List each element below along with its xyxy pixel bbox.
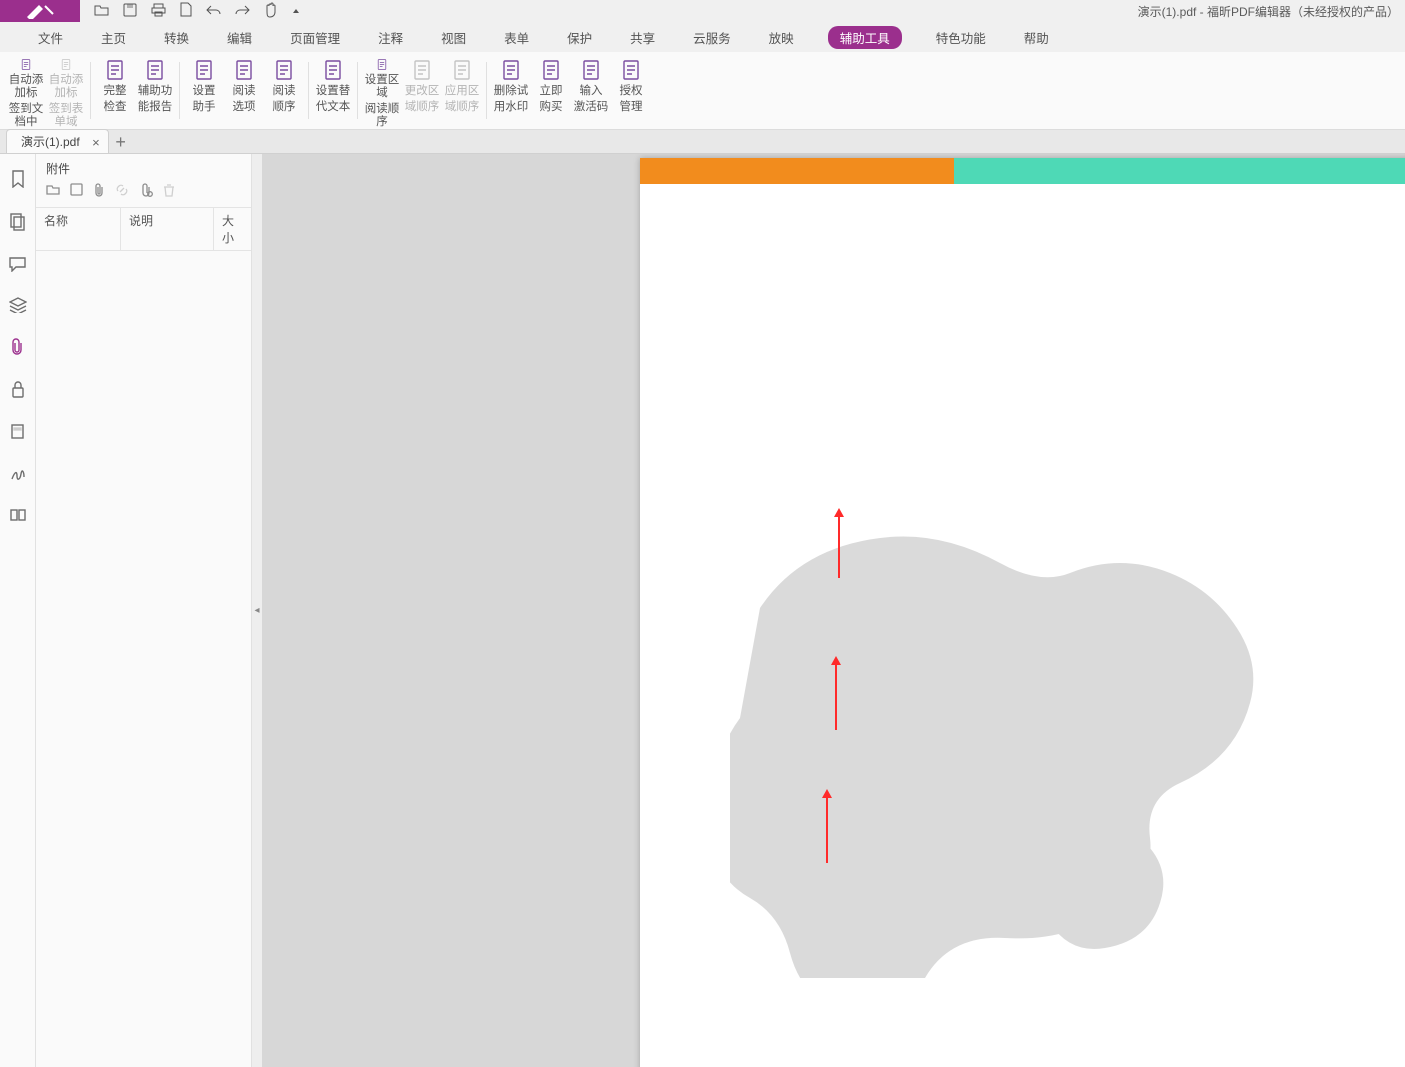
ribbon-btn-2[interactable]: 完整检查 (95, 58, 135, 129)
panel-collapse-handle[interactable]: ◂ (252, 154, 262, 1067)
blank-doc-icon[interactable] (180, 2, 192, 20)
pdf-page: C P (640, 158, 1405, 1067)
panel-columns: 名称 说明 大小 (36, 207, 251, 251)
panel-title: 附件 (36, 154, 251, 181)
save-attach-icon[interactable] (70, 183, 83, 201)
document-tab[interactable]: 演示(1).pdf × (6, 129, 109, 153)
menu-tab-14[interactable]: 帮助 (1020, 26, 1053, 49)
manage-attach-icon[interactable] (139, 183, 153, 201)
menu-tab-3[interactable]: 编辑 (223, 26, 256, 49)
ribbon-btn-12[interactable]: 立即购买 (531, 58, 571, 129)
document-tabstrip: 演示(1).pdf × + (0, 130, 1405, 154)
comments-icon[interactable] (9, 256, 26, 275)
ribbon-group: 自动添加标签到文档中自动添加标签到表单域完整检查辅助功能报告设置助手阅读选项阅读… (0, 52, 1405, 130)
side-strip (0, 154, 36, 1067)
redo-icon (235, 4, 250, 19)
menu-tab-9[interactable]: 共享 (626, 26, 659, 49)
new-tab-button[interactable]: + (109, 132, 133, 153)
menu-tab-6[interactable]: 视图 (437, 26, 470, 49)
security-icon[interactable] (11, 381, 25, 401)
add-attach-icon[interactable] (93, 183, 105, 201)
document-tab-label: 演示(1).pdf (21, 133, 80, 150)
ribbon-btn-11[interactable]: 删除试用水印 (491, 58, 531, 129)
teal-band (954, 158, 1405, 184)
ribbon-btn-5[interactable]: 阅读选项 (224, 58, 264, 129)
hand-icon[interactable] (264, 2, 278, 21)
col-desc[interactable]: 说明 (120, 208, 213, 250)
col-size[interactable]: 大小 (213, 208, 251, 250)
document-view[interactable]: C P (262, 154, 1405, 1067)
menu-tab-11[interactable]: 放映 (765, 26, 798, 49)
col-name[interactable]: 名称 (36, 208, 120, 250)
compare-icon[interactable] (10, 507, 26, 526)
ribbon-tabs: 文件 主页 转换 编辑 页面管理 注释 视图 表单 保护 共享 云服务 放映 辅助工具 特色功能 帮助 (0, 22, 1405, 52)
ribbon-btn-1: 自动添加标签到表单域 (46, 58, 86, 129)
menu-tab-7[interactable]: 表单 (500, 26, 533, 49)
world-map-graphic (730, 498, 1290, 978)
ribbon-btn-10: 应用区域顺序 (442, 58, 482, 129)
signature-icon[interactable] (10, 465, 26, 485)
pages-icon[interactable] (10, 213, 25, 234)
layers-icon[interactable] (9, 297, 27, 316)
menu-tab-4[interactable]: 页面管理 (286, 26, 344, 49)
app-logo (0, 0, 80, 22)
ribbon-btn-0[interactable]: 自动添加标签到文档中 (6, 58, 46, 129)
orange-band (640, 158, 954, 184)
menu-tab-1[interactable]: 主页 (97, 26, 130, 49)
menu-tab-5[interactable]: 注释 (374, 26, 407, 49)
ribbon-btn-7[interactable]: 设置替代文本 (313, 58, 353, 129)
print-icon[interactable] (151, 3, 166, 20)
fields-icon[interactable] (10, 423, 25, 443)
ribbon-btn-14[interactable]: 授权管理 (611, 58, 651, 129)
ribbon-btn-13[interactable]: 输入激活码 (571, 58, 611, 129)
delete-attach-icon (163, 183, 175, 201)
menu-tab-13[interactable]: 特色功能 (932, 26, 990, 49)
menu-tab-10[interactable]: 云服务 (689, 26, 735, 49)
close-tab-icon[interactable]: × (92, 135, 100, 150)
ribbon-btn-4[interactable]: 设置助手 (184, 58, 224, 129)
open-icon[interactable] (94, 3, 109, 19)
customize-icon[interactable] (292, 4, 300, 18)
ribbon-btn-8[interactable]: 设置区域阅读顺序 (362, 58, 402, 129)
panel-toolbar (36, 181, 251, 207)
ribbon-btn-3[interactable]: 辅助功能报告 (135, 58, 175, 129)
menu-tab-12[interactable]: 辅助工具 (828, 26, 902, 49)
window-title: 演示(1).pdf - 福昕PDF编辑器（未经授权的产品） (314, 3, 1405, 20)
attachments-panel: 附件 名称 说明 大小 (36, 154, 252, 1067)
ribbon-btn-9: 更改区域顺序 (402, 58, 442, 129)
attachments-icon[interactable] (10, 338, 25, 359)
red-arrow-3 (826, 791, 828, 863)
ribbon-btn-6[interactable]: 阅读顺序 (264, 58, 304, 129)
bookmarks-icon[interactable] (10, 170, 26, 191)
red-arrow-1 (838, 510, 840, 578)
menu-tab-0[interactable]: 文件 (34, 26, 67, 49)
link-attach-icon (115, 183, 129, 201)
menu-tab-8[interactable]: 保护 (563, 26, 596, 49)
undo-icon (206, 4, 221, 19)
red-arrow-2 (835, 658, 837, 730)
menu-tab-2[interactable]: 转换 (160, 26, 193, 49)
open-attach-icon[interactable] (46, 183, 60, 201)
save-icon (123, 3, 137, 20)
